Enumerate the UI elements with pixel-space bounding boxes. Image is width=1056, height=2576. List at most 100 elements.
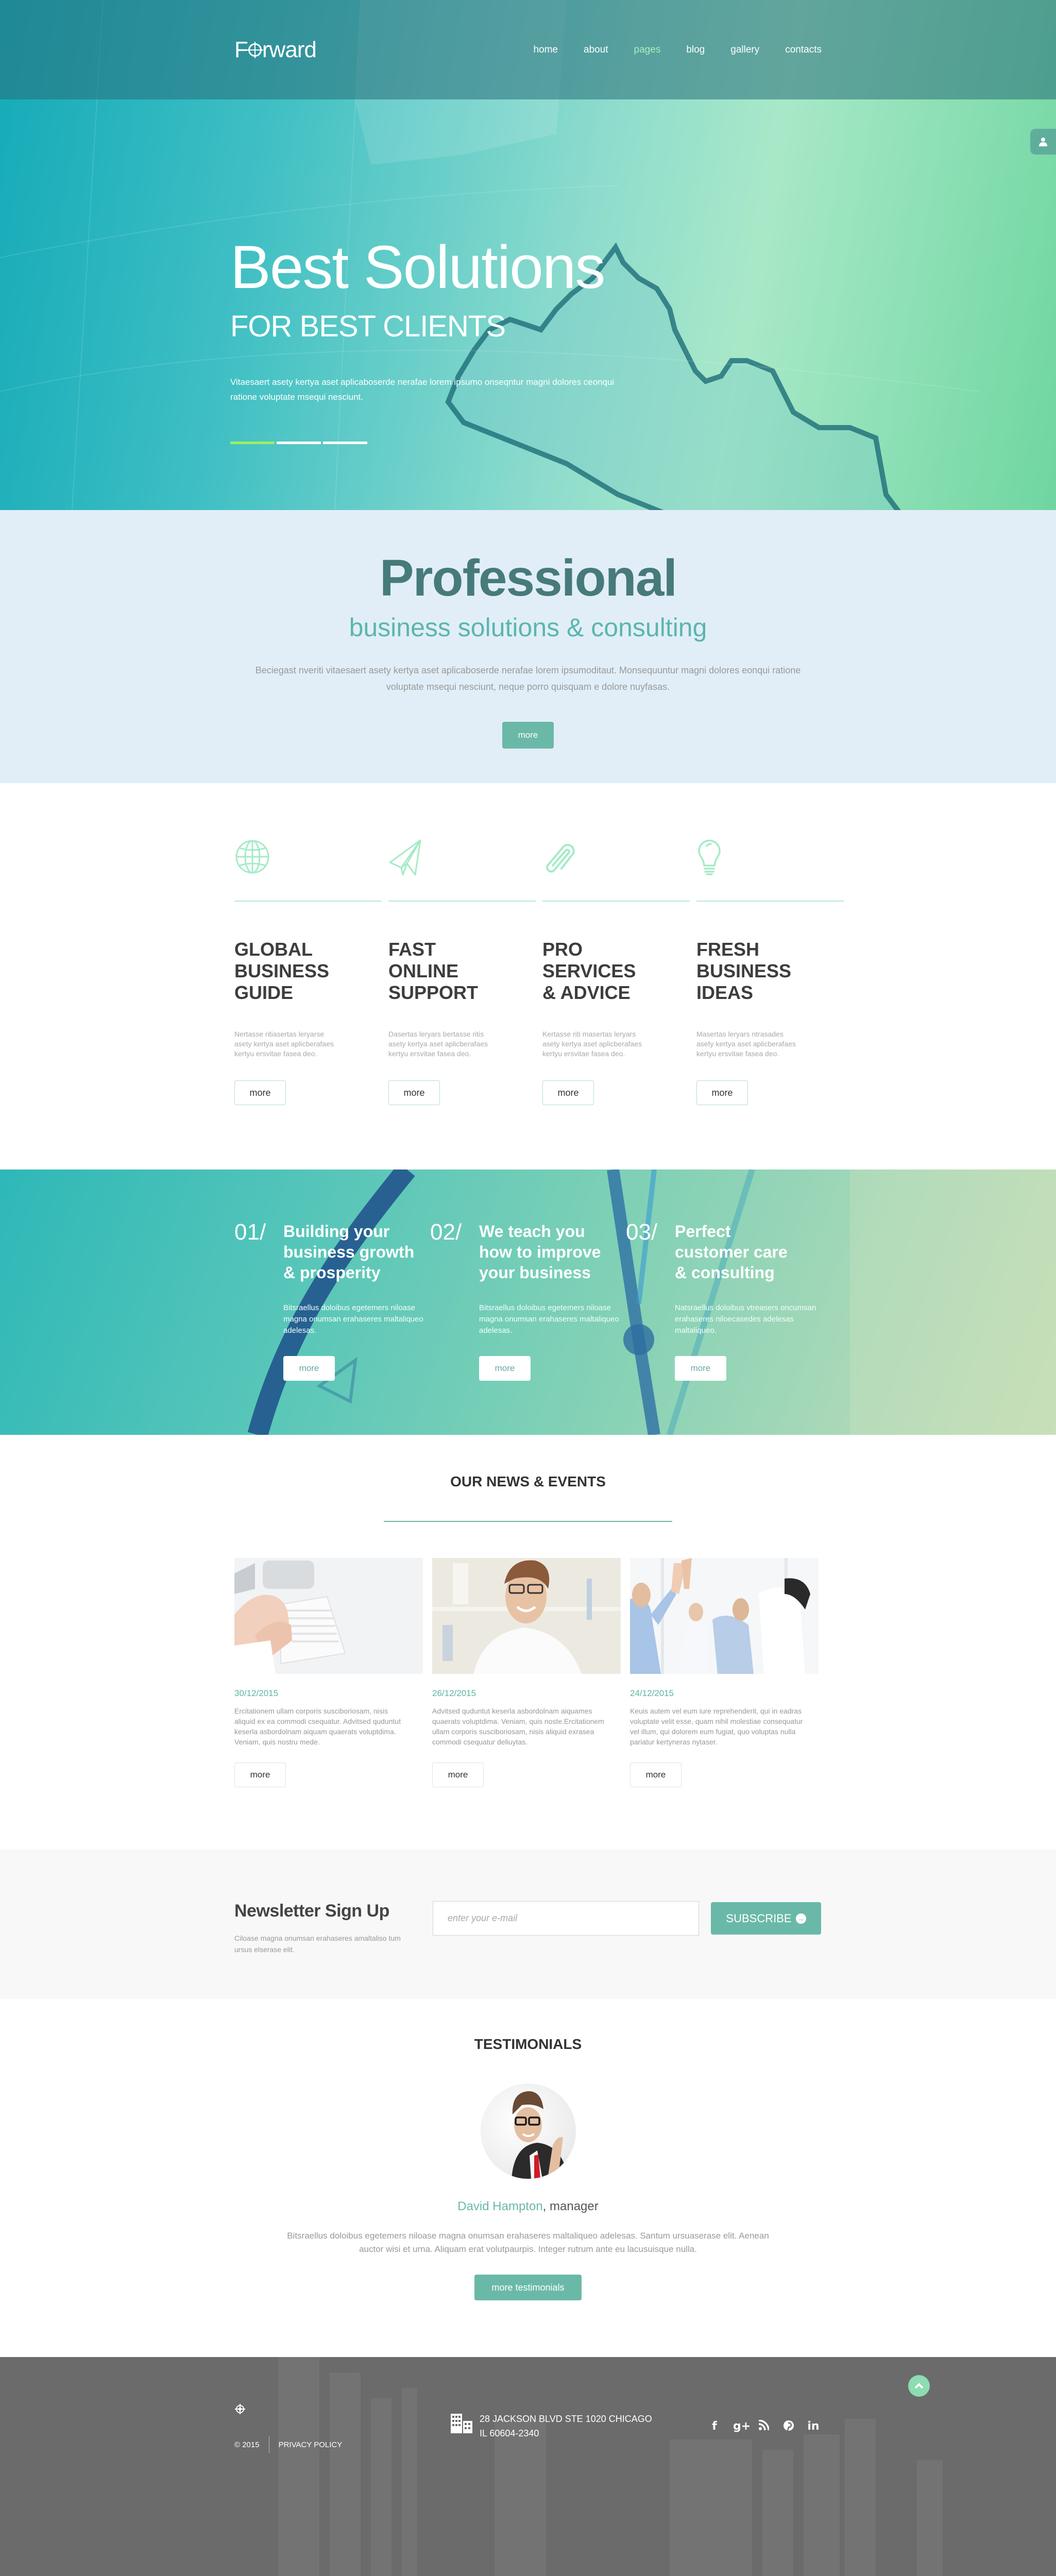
news-item: 24/12/2015 Keuis autem vel eum iure repr… [630,1558,819,1787]
lightbulb-icon [698,839,721,875]
feature-card: GLOBAL BUSINESS GUIDE Nertasse ritiasert… [234,839,382,1105]
slider-dot-2[interactable] [277,442,321,444]
slider-pagination [230,442,642,444]
feature-card: PRO SERVICES & ADVICE Kertasse riti mase… [542,839,690,1105]
news-divider [384,1521,672,1522]
testimonials-title: TESTIMONIALS [474,2036,582,2052]
feature-text: Dasertas leryars bertasse ritis asety ke… [388,1030,488,1058]
hero-title: Best Solutions [230,233,605,301]
nav-contacts[interactable]: contacts [785,44,822,56]
linkedin-icon[interactable]: in [807,2420,820,2453]
subscribe-label: SUBSCRIBE [726,1911,792,1925]
news-more-button[interactable]: more [630,1762,682,1787]
paperclip-icon [546,844,575,873]
testimonial-avatar [480,2083,576,2179]
step-item: 02/ We teach you how to improve your bus… [430,1221,626,1381]
feature-divider [542,901,690,902]
privacy-policy-link[interactable]: PRIVACY POLICY [279,2441,343,2449]
news-section: OUR NEWS & EVENTS 30/12/2015 Ercitatione… [0,1435,1056,1850]
feature-card: FRESH BUSINESS IDEAS Masertas leryars nt… [696,839,844,1105]
news-item: 26/12/2015 Advitsed quduntut keserla asb… [432,1558,621,1787]
hero-section: F rward home about pages blog gallery co… [0,0,1056,510]
logo-letter-f: F [234,37,248,62]
address-line-1: 28 JACKSON BLVD STE 1020 CHICAGO [480,2414,652,2424]
footer-address: 28 JACKSON BLVD STE 1020 CHICAGO IL 6060… [451,2412,708,2453]
rss-icon[interactable] [758,2419,770,2453]
professional-title: Professional [379,549,677,607]
paper-plane-icon [389,839,421,876]
features-section: GLOBAL BUSINESS GUIDE Nertasse ritiasert… [0,783,1056,1170]
google-plus-icon[interactable]: g+ [733,2420,751,2453]
professional-subtitle: business solutions & consulting [349,613,707,642]
feature-more-button[interactable]: more [696,1080,748,1105]
nav-pages[interactable]: pages [634,44,661,56]
step-title: Building your business growth & prosperi… [283,1222,415,1282]
copyright-text: © 2015 [234,2440,260,2449]
logo-rest: rward [262,37,317,62]
news-date: 24/12/2015 [630,1688,674,1698]
more-testimonials-button[interactable]: more testimonials [474,2275,582,2300]
step-title: We teach you how to improve your busines… [479,1222,601,1282]
arrow-circle-right-icon: → [795,1913,806,1924]
testimonial-text: Bitsraellus doloibus egetemers niloase m… [287,2231,769,2254]
news-text: Keuis autem vel eum iure reprehenderit, … [630,1707,803,1746]
news-date: 26/12/2015 [432,1688,476,1698]
site-header: F rward home about pages blog gallery co… [0,0,1056,99]
step-text: Natsraellus doloibus vtreasers oncumsan … [675,1303,816,1335]
steps-section: 01/ Building your business growth & pros… [0,1170,1056,1435]
newsletter-section: Newsletter Sign Up Ciloase magna onumsan… [0,1850,1056,1999]
step-title: Perfect customer care & consulting [675,1222,788,1282]
step-item: 03/ Perfect customer care & consulting N… [626,1221,822,1381]
site-logo[interactable]: F rward [234,37,317,63]
news-item: 30/12/2015 Ercitationem ullam corporis s… [234,1558,423,1787]
testimonial-author: David Hampton, manager [0,2199,1056,2214]
email-input[interactable] [433,1901,699,1936]
step-more-button[interactable]: more [479,1356,531,1381]
nav-about[interactable]: about [584,44,608,56]
newsletter-text: Ciloase magna onumsan erahaseres amaltal… [234,1934,401,1954]
step-item: 01/ Building your business growth & pros… [234,1221,430,1381]
step-number: 02/ [430,1219,462,1245]
globe-icon [235,840,269,874]
main-nav: home about pages blog gallery contacts [533,44,822,56]
user-icon [1039,138,1047,146]
step-number: 03/ [626,1219,658,1245]
step-number: 01/ [234,1219,266,1245]
professional-text: Beciegast nveriti vitaesaert asety kerty… [255,665,801,692]
chevron-up-icon [914,2383,924,2389]
news-text: Advitsed quduntut keserla asbordolnam ai… [432,1707,604,1746]
nav-gallery[interactable]: gallery [730,44,759,56]
feature-title: FRESH BUSINESS IDEAS [696,939,792,1003]
professional-more-button[interactable]: more [502,722,554,749]
feature-title: FAST ONLINE SUPPORT [388,939,479,1003]
feature-divider [696,901,844,902]
news-more-button[interactable]: more [234,1762,286,1787]
subscribe-button[interactable]: SUBSCRIBE → [711,1902,821,1935]
feature-title: PRO SERVICES & ADVICE [542,939,636,1003]
nav-blog[interactable]: blog [686,44,705,56]
back-to-top-button[interactable] [908,2375,930,2397]
hands-typing-keyboard-photo[interactable] [234,1558,423,1674]
smiling-man-glasses-photo[interactable] [432,1558,621,1674]
building-icon [451,2414,472,2433]
slider-dot-1[interactable] [230,442,275,444]
step-more-button[interactable]: more [283,1356,335,1381]
news-date: 30/12/2015 [234,1688,279,1698]
account-side-tab[interactable] [1030,129,1056,155]
feature-divider [234,901,382,902]
crosshair-icon [235,2404,245,2414]
testimonial-name[interactable]: David Hampton [457,2199,542,2213]
news-more-button[interactable]: more [432,1762,484,1787]
feature-more-button[interactable]: more [234,1080,286,1105]
slider-dot-3[interactable] [323,442,367,444]
feature-more-button[interactable]: more [388,1080,440,1105]
step-more-button[interactable]: more [675,1356,726,1381]
feature-more-button[interactable]: more [542,1080,594,1105]
pinterest-icon[interactable] [782,2420,795,2453]
feature-text: Nertasse ritiasertas leryarse asety kert… [234,1030,334,1058]
feature-text: Masertas leryars ntrasades asety kertya … [696,1030,796,1058]
facebook-icon[interactable]: f [708,2420,721,2453]
nav-home[interactable]: home [533,44,558,56]
team-high-five-photo[interactable] [630,1558,819,1674]
professional-section: Professional business solutions & consul… [0,510,1056,783]
